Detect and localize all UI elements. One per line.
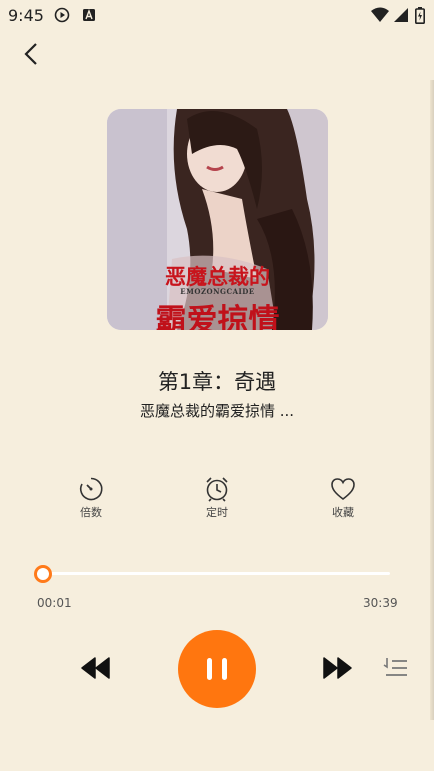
book-title: 恶魔总裁的霸爱掠情 ... — [139, 402, 295, 420]
cellular-signal-icon — [393, 7, 409, 27]
back-button[interactable] — [18, 40, 46, 68]
speed-label: 倍数 — [80, 506, 102, 519]
playlist-button[interactable] — [382, 656, 410, 684]
fast-forward-button[interactable] — [321, 656, 353, 684]
favorite-label: 收藏 — [332, 506, 354, 519]
notification-a-icon — [82, 7, 96, 26]
chevron-left-icon — [24, 43, 37, 65]
alarm-clock-icon — [206, 477, 228, 502]
progress-thumb[interactable] — [34, 565, 52, 583]
playback-speed-icon — [79, 477, 103, 501]
status-time: 9:45 — [8, 6, 44, 25]
fast-forward-icon — [323, 657, 352, 679]
media-playing-icon — [54, 7, 70, 27]
pause-icon — [207, 658, 227, 680]
battery-icon — [415, 7, 425, 28]
current-time: 00:01 — [37, 596, 72, 610]
timer-label: 定时 — [206, 506, 228, 519]
wifi-icon — [370, 7, 390, 27]
status-bar: 9:45 — [0, 0, 434, 30]
playlist-icon — [383, 658, 407, 676]
cover-title-line2: 霸爱掠情 — [155, 303, 280, 330]
heart-icon — [331, 478, 355, 501]
timer-button[interactable]: 定时 — [182, 476, 252, 520]
rewind-icon — [81, 657, 110, 679]
favorite-button[interactable]: 收藏 — [308, 476, 378, 520]
chapter-title: 第1章：奇遇 — [157, 370, 277, 394]
total-time: 30:39 — [363, 596, 398, 610]
progress-bar[interactable] — [42, 572, 390, 575]
edge-shadow — [430, 80, 434, 720]
speed-button[interactable]: 倍数 — [56, 476, 126, 520]
rewind-button[interactable] — [80, 656, 112, 684]
pause-button[interactable] — [178, 630, 256, 708]
album-cover: 恶魔总裁的 EMOZONGCAIDE 霸爱掠情 — [107, 109, 328, 330]
